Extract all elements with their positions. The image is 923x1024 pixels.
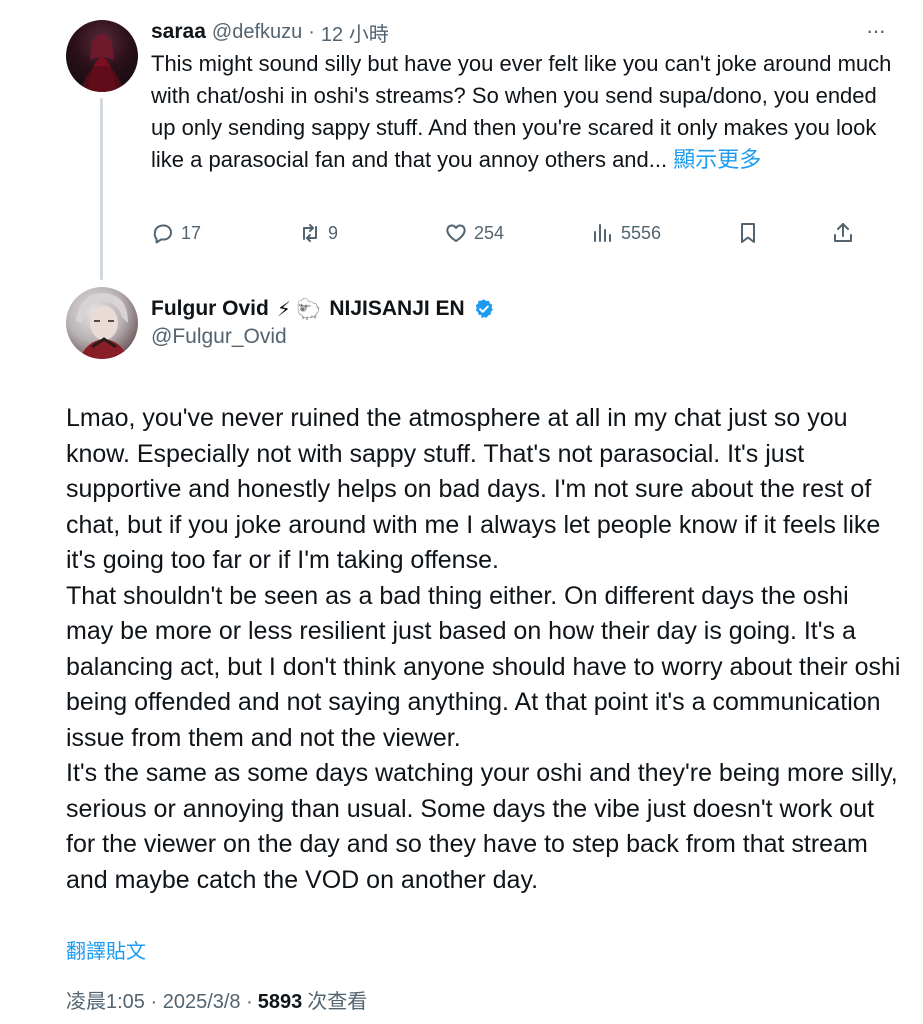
thread-line: [100, 98, 103, 280]
like-action[interactable]: 254: [444, 221, 504, 245]
heart-icon: [446, 224, 466, 242]
avatar-portrait-icon: [76, 293, 128, 359]
reply-text-block: This might sound silly but have you ever…: [151, 48, 899, 176]
name-emoji: ⚡ 🐑: [276, 298, 322, 321]
bookmark-icon: [741, 223, 755, 243]
reply-avatar[interactable]: [66, 20, 138, 92]
avatar-figure-icon: [80, 34, 124, 92]
reply-count: 17: [181, 222, 202, 243]
main-affiliation[interactable]: NIJISANJI EN: [329, 297, 464, 321]
repost-icon: [303, 224, 317, 242]
main-paragraph-3: It's the same as some days watching your…: [66, 759, 898, 894]
main-handle[interactable]: @Fulgur_Ovid: [151, 325, 287, 349]
bookmark-action[interactable]: [736, 221, 760, 245]
more-options-icon[interactable]: ···: [866, 18, 886, 44]
share-icon: [834, 223, 852, 242]
main-display-name[interactable]: Fulgur Ovid: [151, 297, 269, 321]
views-action[interactable]: 5556: [591, 221, 661, 245]
post-views-suffix: 次查看: [307, 991, 368, 1013]
like-count: 254: [474, 222, 505, 243]
reply-time[interactable]: 12 小時: [321, 18, 389, 47]
repost-count: 9: [328, 222, 339, 243]
header-separator: ·: [308, 20, 315, 43]
post-view-count: 5893: [257, 991, 303, 1013]
main-avatar[interactable]: [66, 287, 138, 359]
reply-icon: [153, 224, 172, 244]
reply-handle[interactable]: @defkuzu: [212, 21, 302, 44]
main-name-row: Fulgur Ovid ⚡ 🐑 NIJISANJI EN: [151, 294, 495, 324]
reply-header: saraa @defkuzu · 12 小時: [151, 18, 389, 46]
post-timestamp[interactable]: 凌晨1:05 · 2025/3/8 ·: [66, 985, 253, 1014]
views-count: 5556: [621, 222, 662, 243]
reply-action[interactable]: 17: [151, 221, 201, 245]
translate-post-link[interactable]: 翻譯貼文: [66, 935, 146, 964]
verified-badge-icon[interactable]: [473, 298, 495, 320]
reply-text: This might sound silly but have you ever…: [151, 51, 892, 172]
main-tweet-text: Lmao, you've never ruined the atmosphere…: [66, 401, 901, 898]
repost-action[interactable]: 9: [298, 221, 338, 245]
show-more-link[interactable]: 顯示更多: [673, 147, 761, 172]
views-chart-icon: [594, 224, 611, 242]
reply-display-name[interactable]: saraa: [151, 20, 206, 44]
post-meta: 凌晨1:05 · 2025/3/8 · 5893 次查看: [66, 985, 367, 1014]
main-paragraph-2: That shouldn't be seen as a bad thing ei…: [66, 581, 901, 752]
share-action[interactable]: [831, 221, 855, 245]
main-paragraph-1: Lmao, you've never ruined the atmosphere…: [66, 404, 881, 574]
